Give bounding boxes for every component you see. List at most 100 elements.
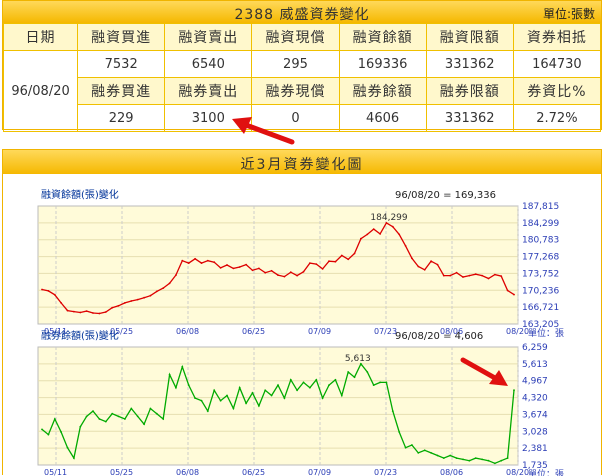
margin-data-point: [117, 304, 120, 307]
short-data-point: [251, 392, 254, 394]
margin-data-point: [449, 274, 452, 277]
margin-data-point: [79, 311, 82, 314]
margin-data-point: [398, 233, 401, 236]
margin-data-point: [47, 290, 50, 292]
short-data-point: [149, 407, 152, 410]
short-data-point: [98, 418, 101, 420]
margin-data-point: [372, 228, 375, 230]
margin-xtick-label: 07/23: [374, 327, 397, 336]
margin-data-point: [347, 258, 350, 261]
short-data-point: [155, 412, 158, 415]
margin-data-point: [143, 296, 146, 299]
short-data-point: [124, 418, 126, 420]
short-data-point: [328, 384, 330, 386]
short-data-point: [73, 457, 75, 459]
margin-data-point: [474, 273, 477, 276]
margin-ytick-label: 170,236: [522, 286, 559, 296]
margin-data-point: [264, 271, 267, 274]
short-data-point: [315, 378, 318, 381]
annotation-arrow: [232, 117, 295, 145]
short-data-point: [487, 459, 490, 462]
margin-xtick-label: 08/20: [506, 327, 529, 336]
margin-data-point: [360, 237, 362, 240]
charts-svg: 融資餘額(張)變化 96/08/20 = 169,336 187,815 184,29…: [37, 188, 564, 476]
margin-data-point: [92, 312, 94, 314]
margin-data-point: [181, 259, 184, 262]
margin-data-point: [379, 233, 381, 235]
margin-data-point: [168, 282, 171, 285]
short-data-point: [194, 397, 197, 399]
margin-data-point: [200, 262, 203, 264]
short-data-point: [175, 386, 177, 389]
short-chart-title: 融券餘額(張)變化: [41, 329, 119, 342]
short-data-point: [226, 394, 228, 397]
margin-data-point: [487, 277, 490, 280]
margin-data-point: [315, 263, 318, 265]
short-data-point: [130, 407, 133, 410]
short-data-point: [53, 418, 56, 420]
margin-data-point: [175, 274, 177, 276]
short-data-point: [391, 410, 394, 412]
short-data-point: [372, 384, 375, 386]
margin-data-point: [328, 260, 330, 263]
short-data-point: [462, 458, 464, 461]
chart-panel-title-bar: 近3月資券變化圖: [3, 150, 601, 174]
short-data-point: [436, 454, 439, 457]
short-ytick-label: 6,259: [522, 343, 548, 353]
short-data-point: [66, 446, 69, 449]
margin-data-point: [513, 293, 515, 296]
short-data-point: [353, 376, 356, 379]
margin-data-point: [124, 302, 126, 304]
margin-data-point: [270, 269, 273, 272]
short-ytick-label: 4,967: [522, 377, 548, 387]
margin-data-point: [340, 254, 343, 257]
short-data-point: [92, 410, 94, 412]
margin-data-point: [494, 273, 496, 276]
margin-data-point: [353, 252, 356, 255]
margin-data-point: [245, 263, 248, 266]
margin-data-point: [468, 274, 471, 277]
margin-data-point: [309, 262, 311, 264]
short-data-point: [200, 399, 203, 402]
margin-data-point: [423, 268, 426, 271]
margin-unit-label: 單位：張: [528, 327, 564, 339]
short-data-point: [277, 384, 279, 386]
short-data-point: [206, 410, 209, 412]
short-data-point: [334, 378, 337, 381]
short-data-point: [474, 457, 477, 459]
margin-data-point: [251, 269, 254, 272]
short-data-point: [468, 459, 471, 462]
margin-data-point: [462, 276, 464, 278]
short-data-point: [385, 381, 388, 384]
short-peak-label: 5,613: [345, 354, 371, 364]
short-data-point: [455, 457, 458, 459]
margin-data-point: [226, 264, 228, 266]
margin-data-point: [258, 267, 260, 270]
margin-data-point: [130, 300, 133, 302]
margin-xtick-label: 07/09: [308, 327, 331, 336]
short-data-point: [245, 402, 248, 405]
margin-data-point: [302, 270, 305, 273]
short-data-point: [494, 462, 496, 465]
margin-xtick-label: 06/08: [176, 327, 199, 336]
short-data-point: [404, 446, 407, 449]
margin-ytick-label: 173,752: [522, 269, 559, 279]
short-data-point: [481, 458, 483, 461]
margin-data-point: [219, 267, 222, 269]
short-data-point: [366, 371, 369, 373]
short-data-point: [104, 420, 107, 423]
margin-data-point: [500, 275, 503, 277]
margin-data-point: [411, 257, 413, 260]
short-data-point: [168, 373, 171, 376]
margin-data-point: [289, 271, 292, 274]
margin-ytick-label: 184,299: [522, 219, 559, 229]
margin-data-point: [85, 310, 88, 312]
short-ytick-label: 4,320: [522, 394, 548, 404]
margin-data-point: [98, 312, 101, 315]
margin-ytick-label: 187,815: [522, 202, 559, 212]
margin-data-point: [149, 294, 152, 297]
short-data-point: [411, 444, 413, 446]
short-data-point: [347, 371, 350, 373]
margin-chart-latest: 96/08/20 = 169,336: [395, 190, 496, 201]
short-data-point: [296, 389, 298, 392]
